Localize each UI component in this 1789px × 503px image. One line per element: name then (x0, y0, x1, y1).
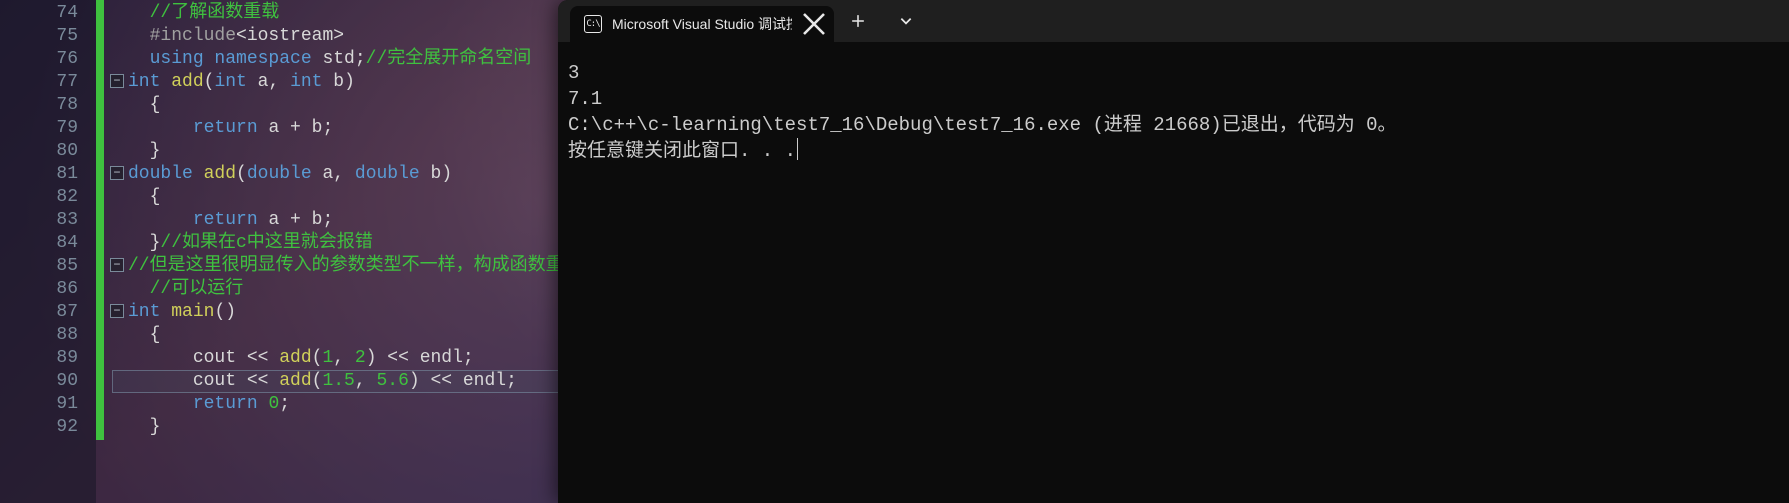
terminal-window: C:\ Microsoft Visual Studio 调试控 37.1C:\c… (558, 0, 1789, 503)
line-number: 79 (0, 117, 96, 140)
terminal-cursor (797, 138, 798, 160)
code-line[interactable]: −double add(double a, double b) (112, 163, 582, 186)
fold-toggle[interactable]: − (110, 258, 124, 272)
terminal-line: 按任意键关闭此窗口. . . (568, 138, 1779, 164)
chevron-down-icon (899, 14, 913, 28)
line-number-gutter: 74757677787980818283848586878889909192 (0, 0, 96, 503)
close-tab-button[interactable] (802, 12, 826, 36)
line-number: 88 (0, 324, 96, 347)
line-number: 87 (0, 301, 96, 324)
code-line[interactable]: −int main() (112, 301, 582, 324)
line-number: 80 (0, 140, 96, 163)
line-number: 86 (0, 278, 96, 301)
fold-toggle[interactable]: − (110, 74, 124, 88)
terminal-tab[interactable]: C:\ Microsoft Visual Studio 调试控 (570, 6, 834, 42)
line-number: 92 (0, 416, 96, 439)
line-number: 82 (0, 186, 96, 209)
code-line[interactable]: //可以运行 (112, 278, 582, 301)
line-number: 74 (0, 2, 96, 25)
line-number: 90 (0, 370, 96, 393)
code-line[interactable]: { (112, 324, 582, 347)
line-number: 81 (0, 163, 96, 186)
code-content[interactable]: //了解函数重载 #include<iostream> using namesp… (112, 2, 582, 439)
code-line[interactable]: return a + b; (112, 117, 582, 140)
line-number: 76 (0, 48, 96, 71)
code-line[interactable]: //了解函数重载 (112, 2, 582, 25)
tab-dropdown-button[interactable] (882, 0, 930, 42)
code-line[interactable]: return a + b; (112, 209, 582, 232)
line-number: 77 (0, 71, 96, 94)
code-line[interactable]: return 0; (112, 393, 582, 416)
line-number: 75 (0, 25, 96, 48)
code-line[interactable]: using namespace std;//完全展开命名空间 (112, 48, 582, 71)
terminal-tab-title: Microsoft Visual Studio 调试控 (612, 14, 792, 34)
line-number: 85 (0, 255, 96, 278)
line-number: 83 (0, 209, 96, 232)
fold-toggle[interactable]: − (110, 166, 124, 180)
code-line[interactable]: } (112, 140, 582, 163)
terminal-icon: C:\ (584, 15, 602, 33)
new-tab-button[interactable] (834, 0, 882, 42)
terminal-output[interactable]: 37.1C:\c++\c-learning\test7_16\Debug\tes… (558, 42, 1789, 503)
code-line[interactable]: { (112, 186, 582, 209)
terminal-line: C:\c++\c-learning\test7_16\Debug\test7_1… (568, 112, 1779, 138)
line-number: 91 (0, 393, 96, 416)
fold-toggle[interactable]: − (110, 304, 124, 318)
terminal-titlebar[interactable]: C:\ Microsoft Visual Studio 调试控 (558, 0, 1789, 42)
code-line[interactable]: −//但是这里很明显传入的参数类型不一样，构成函数重载 (112, 255, 582, 278)
code-line[interactable]: } (112, 416, 582, 439)
code-line[interactable]: #include<iostream> (112, 25, 582, 48)
code-line[interactable]: cout << add(1, 2) << endl; (112, 347, 582, 370)
line-number: 84 (0, 232, 96, 255)
code-line[interactable]: −int add(int a, int b) (112, 71, 582, 94)
code-line[interactable]: { (112, 94, 582, 117)
code-line[interactable]: cout << add(1.5, 5.6) << endl; (112, 370, 582, 393)
line-number: 89 (0, 347, 96, 370)
change-indicator-bar (96, 0, 104, 440)
terminal-line: 3 (568, 60, 1779, 86)
close-icon (802, 12, 826, 36)
plus-icon (851, 14, 865, 28)
line-number: 78 (0, 94, 96, 117)
terminal-line: 7.1 (568, 86, 1779, 112)
titlebar-spacer (558, 0, 570, 42)
code-line[interactable]: }//如果在c中这里就会报错 (112, 232, 582, 255)
